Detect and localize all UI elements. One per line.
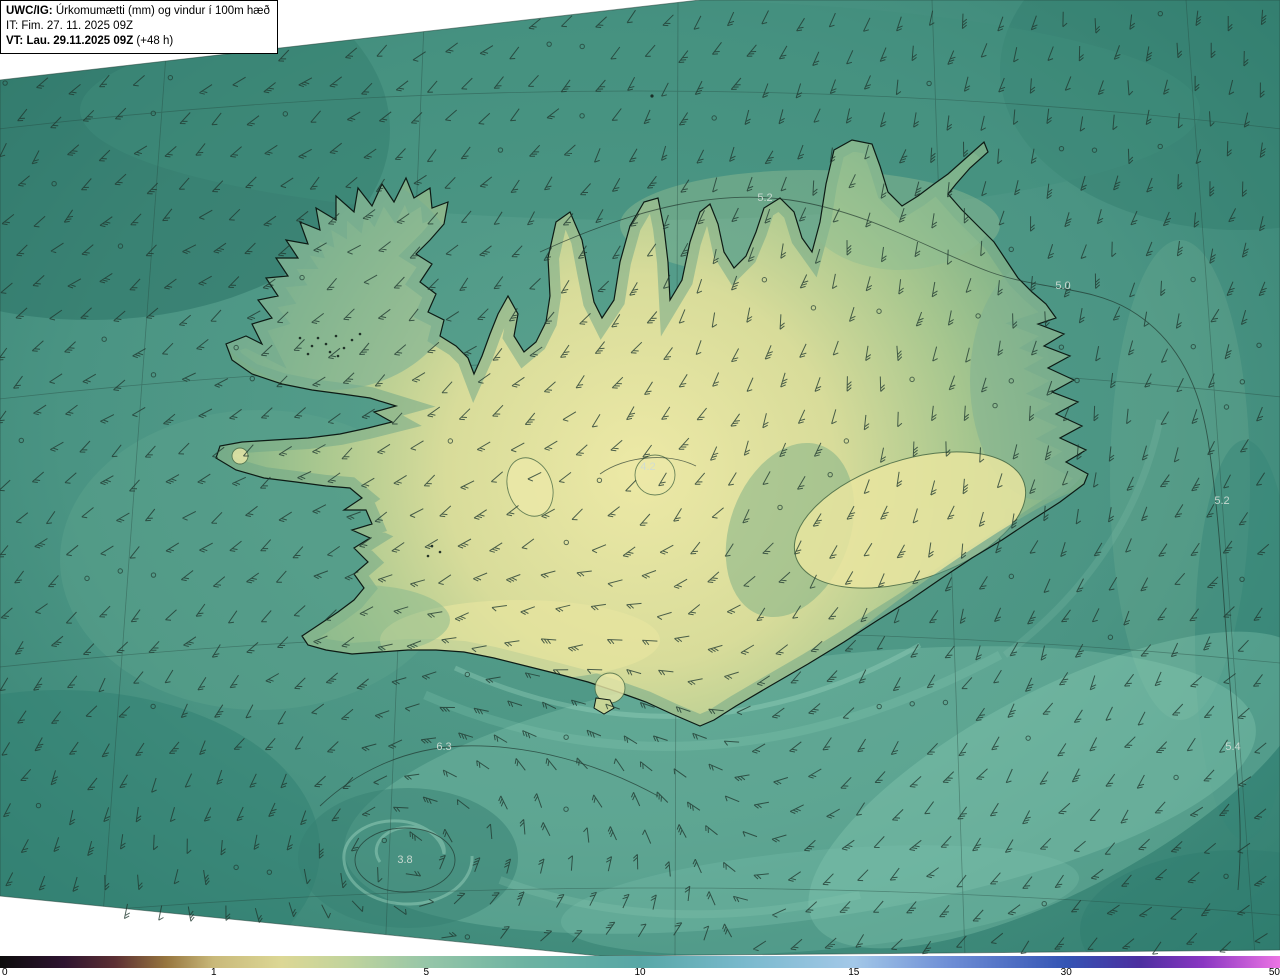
weather-map: 5.2 5.0 5.2 5.4 6.3 3.8 4.2 (0, 0, 1280, 956)
valid-time-line: VT: Lau. 29.11.2025 09Z (+48 h) (6, 34, 270, 49)
title-box: UWC/IG: Úrkomumætti (mm) og vindur í 100… (0, 0, 278, 54)
colorbar-ticks: 0 1 5 10 15 30 50 (0, 967, 1280, 978)
colorbar-tick: 5 (423, 967, 430, 978)
model-name: UWC/IG: (6, 5, 53, 17)
chart-title: UWC/IG: Úrkomumætti (mm) og vindur í 100… (6, 4, 270, 19)
contour-label: 3.8 (397, 854, 412, 866)
contour-label: 5.2 (757, 192, 772, 204)
colorbar-tick: 10 (634, 967, 646, 978)
colorbar: 0 1 5 10 15 30 50 (0, 956, 1280, 978)
contour-label: 4.2 (640, 461, 655, 473)
contour-label: 6.3 (436, 741, 451, 753)
colorbar-tick: 50 (1268, 967, 1280, 978)
contour-label: 5.4 (1225, 741, 1240, 753)
title-text: Úrkomumætti (mm) og vindur í 100m hæð (52, 5, 270, 17)
colorbar-tick: 15 (848, 967, 860, 978)
lead-time: (+48 h) (133, 34, 174, 47)
colorbar-tick: 1 (210, 967, 217, 978)
weather-chart-frame: 5.2 5.0 5.2 5.4 6.3 3.8 4.2 UWC/IG: Úrkomumætt… (0, 0, 1280, 978)
colorbar-tick: 0 (2, 967, 8, 978)
contour-label: 5.0 (1055, 280, 1070, 292)
valid-time: VT: Lau. 29.11.2025 09Z (6, 34, 134, 47)
map-area: 5.2 5.0 5.2 5.4 6.3 3.8 4.2 UWC/IG: Úrkomumætt… (0, 0, 1280, 956)
contour-label: 5.2 (1214, 495, 1229, 507)
colorbar-tick: 30 (1060, 967, 1072, 978)
init-time: IT: Fim. 27. 11. 2025 09Z (6, 19, 133, 32)
